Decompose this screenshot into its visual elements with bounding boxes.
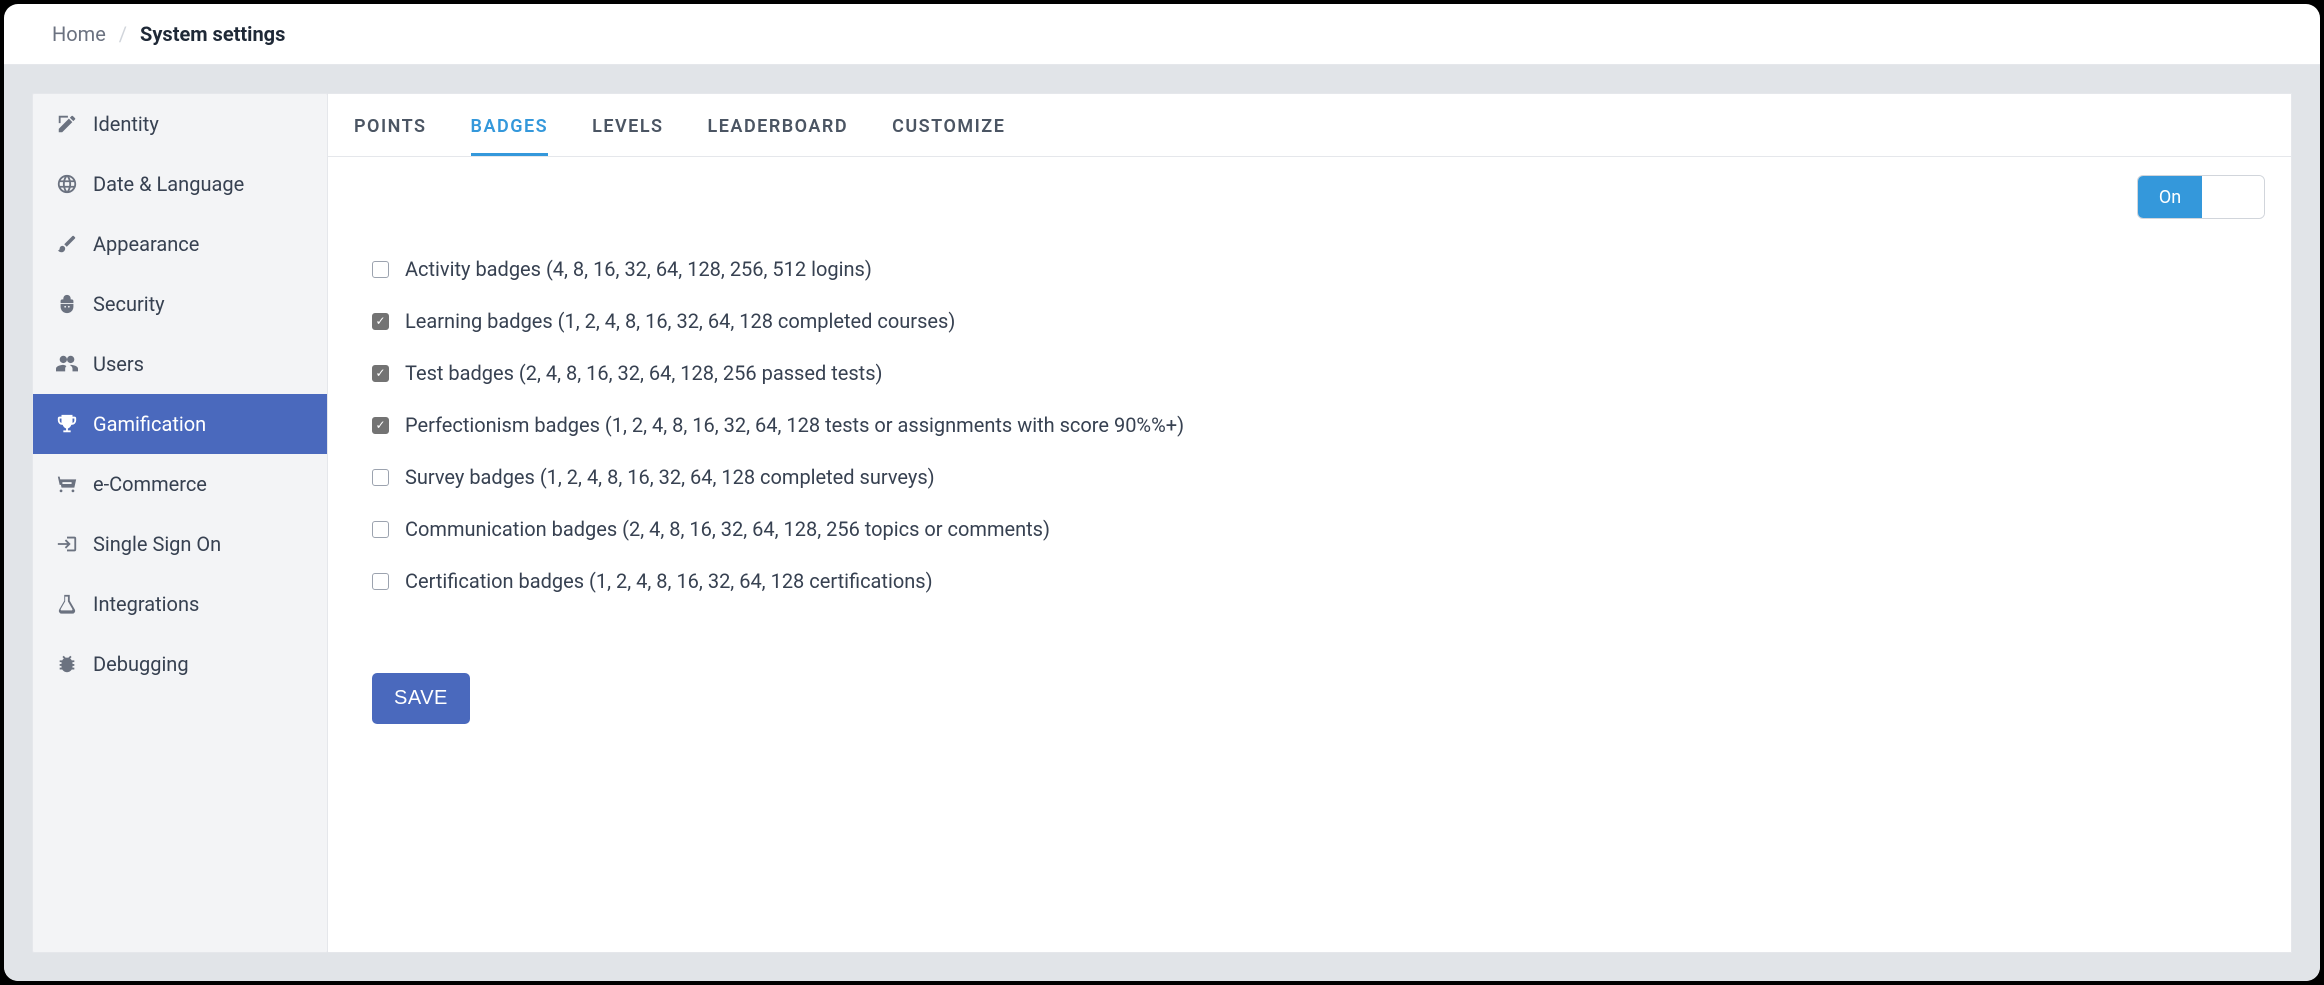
sidebar-item-integrations[interactable]: Integrations <box>33 574 327 634</box>
sidebar: Identity Date & Language Appearance Securit… <box>32 93 328 953</box>
bug-icon <box>55 652 79 676</box>
toggle-row: On <box>328 157 2291 229</box>
tab-levels[interactable]: LEVELS <box>592 94 663 156</box>
window: Home / System settings Identity Date & La… <box>4 4 2320 981</box>
sidebar-item-label: Single Sign On <box>93 532 221 556</box>
badge-option-label[interactable]: Test badges (2, 4, 8, 16, 32, 64, 128, 2… <box>405 361 883 385</box>
signin-icon <box>55 532 79 556</box>
badge-checkbox[interactable] <box>372 521 389 538</box>
badge-option-label[interactable]: Communication badges (2, 4, 8, 16, 32, 6… <box>405 517 1050 541</box>
badge-option-row: Activity badges (4, 8, 16, 32, 64, 128, … <box>372 243 2247 295</box>
sidebar-item-gamification[interactable]: Gamification <box>33 394 327 454</box>
sidebar-item-label: Appearance <box>93 232 199 256</box>
users-icon <box>55 352 79 376</box>
sidebar-item-security[interactable]: Security <box>33 274 327 334</box>
badge-option-label[interactable]: Perfectionism badges (1, 2, 4, 8, 16, 32… <box>405 413 1184 437</box>
tab-badges[interactable]: BADGES <box>471 94 549 156</box>
agent-icon <box>55 292 79 316</box>
breadcrumb-home-link[interactable]: Home <box>52 22 106 46</box>
badge-checkbox[interactable] <box>372 417 389 434</box>
badge-option-label[interactable]: Activity badges (4, 8, 16, 32, 64, 128, … <box>405 257 872 281</box>
save-button[interactable]: SAVE <box>372 673 470 724</box>
sidebar-item-date-language[interactable]: Date & Language <box>33 154 327 214</box>
sidebar-item-e-commerce[interactable]: e-Commerce <box>33 454 327 514</box>
globe-icon <box>55 172 79 196</box>
badge-checkbox[interactable] <box>372 469 389 486</box>
sidebar-item-label: Identity <box>93 112 159 136</box>
main-panel: POINTS BADGES LEVELS LEADERBOARD CUSTOMIZE O… <box>328 93 2292 953</box>
sidebar-item-label: Security <box>93 292 165 316</box>
badge-option-label[interactable]: Survey badges (1, 2, 4, 8, 16, 32, 64, 1… <box>405 465 935 489</box>
sidebar-item-single-sign-on[interactable]: Single Sign On <box>33 514 327 574</box>
basket-icon <box>55 472 79 496</box>
toggle-on-label: On <box>2138 176 2202 218</box>
toggle-off-space <box>2202 176 2264 218</box>
badge-option-row: Perfectionism badges (1, 2, 4, 8, 16, 32… <box>372 399 2247 451</box>
badge-checkbox[interactable] <box>372 365 389 382</box>
tab-points[interactable]: POINTS <box>354 94 427 156</box>
sidebar-item-users[interactable]: Users <box>33 334 327 394</box>
badge-option-label[interactable]: Learning badges (1, 2, 4, 8, 16, 32, 64,… <box>405 309 955 333</box>
breadcrumb-separator: / <box>119 22 127 46</box>
badges-toggle[interactable]: On <box>2137 175 2265 219</box>
flask-icon <box>55 592 79 616</box>
sidebar-item-identity[interactable]: Identity <box>33 94 327 154</box>
badge-checkbox[interactable] <box>372 573 389 590</box>
badge-checkbox[interactable] <box>372 261 389 278</box>
edit-square-icon <box>55 112 79 136</box>
sidebar-item-label: Debugging <box>93 652 189 676</box>
badge-option-label[interactable]: Certification badges (1, 2, 4, 8, 16, 32… <box>405 569 933 593</box>
sidebar-item-label: Gamification <box>93 412 206 436</box>
breadcrumb: Home / System settings <box>4 4 2320 65</box>
badge-options: Activity badges (4, 8, 16, 32, 64, 128, … <box>328 229 2291 637</box>
sidebar-item-debugging[interactable]: Debugging <box>33 634 327 694</box>
breadcrumb-current: System settings <box>140 22 285 46</box>
sidebar-item-appearance[interactable]: Appearance <box>33 214 327 274</box>
badge-option-row: Certification badges (1, 2, 4, 8, 16, 32… <box>372 555 2247 607</box>
tab-customize[interactable]: CUSTOMIZE <box>892 94 1005 156</box>
sidebar-item-label: Integrations <box>93 592 199 616</box>
sidebar-item-label: Date & Language <box>93 172 244 196</box>
badge-option-row: Communication badges (2, 4, 8, 16, 32, 6… <box>372 503 2247 555</box>
badge-option-row: Survey badges (1, 2, 4, 8, 16, 32, 64, 1… <box>372 451 2247 503</box>
sidebar-item-label: e-Commerce <box>93 472 207 496</box>
badge-option-row: Learning badges (1, 2, 4, 8, 16, 32, 64,… <box>372 295 2247 347</box>
sidebar-item-label: Users <box>93 352 144 376</box>
brush-icon <box>55 232 79 256</box>
tabs: POINTS BADGES LEVELS LEADERBOARD CUSTOMIZE <box>328 94 2291 157</box>
badge-option-row: Test badges (2, 4, 8, 16, 32, 64, 128, 2… <box>372 347 2247 399</box>
body-area: Identity Date & Language Appearance Securit… <box>4 65 2320 981</box>
badge-checkbox[interactable] <box>372 313 389 330</box>
trophy-icon <box>55 412 79 436</box>
tab-leaderboard[interactable]: LEADERBOARD <box>708 94 849 156</box>
